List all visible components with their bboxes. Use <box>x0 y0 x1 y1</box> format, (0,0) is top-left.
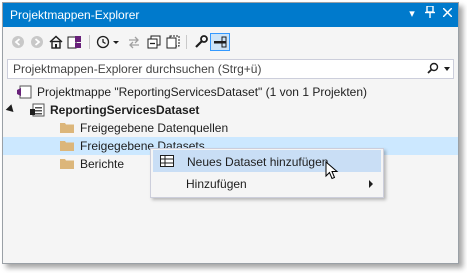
pin-icon[interactable] <box>422 5 438 22</box>
tree-item-folder[interactable]: Freigegebene Datenquellen <box>3 119 458 137</box>
search-icon[interactable] <box>427 62 439 77</box>
tree-item-solution[interactable]: Projektmappe "ReportingServicesDataset" … <box>3 83 458 101</box>
search-input[interactable]: Projektmappen-Explorer durchsuchen (Strg… <box>7 59 454 79</box>
context-menu: Neues Dataset hinzufügen Hinzufügen <box>150 148 384 198</box>
properties-icon[interactable] <box>192 33 210 51</box>
solution-label: Projektmappe "ReportingServicesDataset" … <box>37 85 368 99</box>
project-label: ReportingServicesDataset <box>50 103 200 117</box>
toolbar-separator <box>89 35 90 49</box>
folder-icon <box>60 121 74 136</box>
forward-icon[interactable] <box>28 33 46 51</box>
title-bar: Projektmappen-Explorer ▾ <box>3 3 458 27</box>
menu-item-add[interactable]: Hinzufügen <box>153 173 381 195</box>
solution-explorer-panel: Projektmappen-Explorer ▾ Projektmappen-E… <box>2 2 459 264</box>
submenu-arrow-icon <box>369 180 373 188</box>
close-icon[interactable] <box>439 6 455 22</box>
show-all-files-icon[interactable] <box>164 33 182 51</box>
mouse-cursor-icon <box>325 160 339 184</box>
solution-icon <box>17 85 33 102</box>
home-icon[interactable] <box>47 33 65 51</box>
expand-arrow-icon[interactable] <box>5 104 17 115</box>
report-project-icon <box>30 103 46 120</box>
menu-item-new-dataset[interactable]: Neues Dataset hinzufügen <box>153 150 381 172</box>
history-icon[interactable] <box>95 33 121 51</box>
menu-item-label: Hinzufügen <box>186 177 247 191</box>
panel-title: Projektmappen-Explorer <box>10 8 140 22</box>
folder-icon <box>60 157 74 172</box>
switch-views-icon[interactable] <box>66 33 84 51</box>
dataset-icon <box>160 155 174 170</box>
folder-icon <box>60 139 74 154</box>
folder-label: Berichte <box>80 157 125 171</box>
back-icon[interactable] <box>9 33 27 51</box>
preview-icon[interactable] <box>210 33 230 51</box>
sync-icon[interactable] <box>125 33 143 51</box>
search-placeholder: Projektmappen-Explorer durchsuchen (Strg… <box>13 62 262 76</box>
toolbar-separator <box>186 35 187 49</box>
tree-item-project[interactable]: ReportingServicesDataset <box>3 101 458 119</box>
search-options-dropdown-icon[interactable] <box>444 67 450 71</box>
folder-label: Freigegebene Datenquellen <box>80 121 229 135</box>
dropdown-icon[interactable]: ▾ <box>404 6 420 22</box>
toolbar <box>3 29 458 55</box>
menu-item-label: Neues Dataset hinzufügen <box>187 155 329 169</box>
collapse-all-icon[interactable] <box>145 33 163 51</box>
